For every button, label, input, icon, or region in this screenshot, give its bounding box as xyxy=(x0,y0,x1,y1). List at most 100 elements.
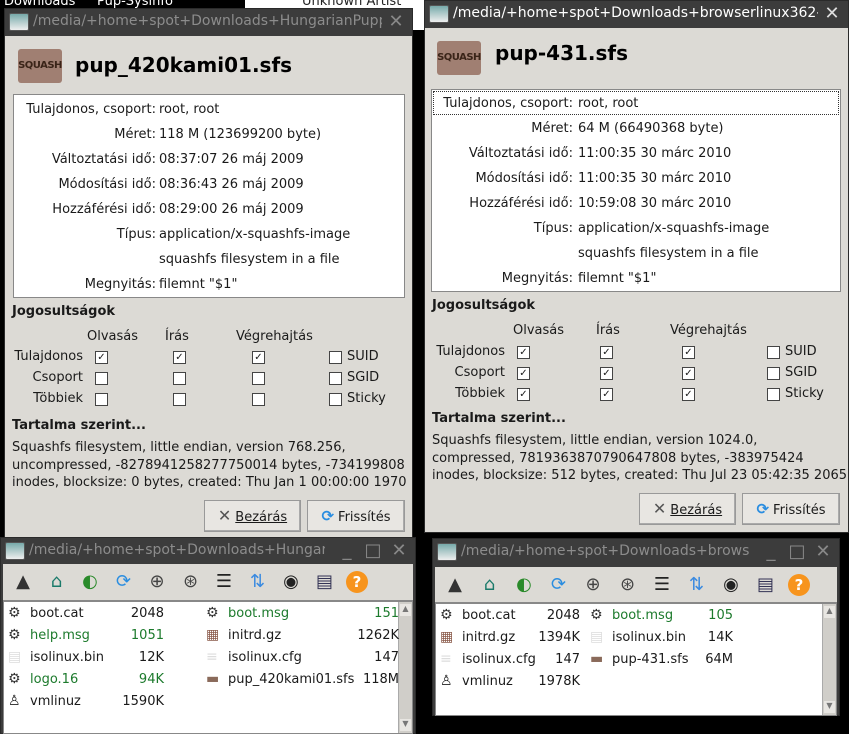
home-button[interactable]: ⌂ xyxy=(478,574,502,596)
file-item[interactable]: ▤ isolinux.bin 14K xyxy=(590,629,743,649)
sort-button[interactable]: ⇅ xyxy=(246,571,270,593)
permission-checkbox[interactable]: ✓ xyxy=(682,367,695,380)
file-item[interactable]: ⚙ boot.cat 2048 xyxy=(8,605,174,625)
permissions-heading: Jogosultságok xyxy=(432,298,536,313)
close-icon[interactable]: ✕ xyxy=(822,3,842,24)
special-permission-label: SGID xyxy=(785,365,818,380)
zoom-fit-button[interactable]: ⊛ xyxy=(179,571,203,593)
special-permission-checkbox[interactable] xyxy=(329,372,342,385)
back-button[interactable]: ◐ xyxy=(78,571,102,593)
file-item[interactable]: ⚙ help.msg 1051 xyxy=(8,627,174,647)
details-view-button[interactable]: ☰ xyxy=(212,571,236,593)
special-permission-checkbox[interactable] xyxy=(767,388,780,401)
window-title: /media/+home+spot+Downloads+browserl xyxy=(461,543,749,559)
maximize-icon[interactable]: □ xyxy=(787,541,807,562)
scroll-down-arrow[interactable]: ▼ xyxy=(400,719,411,731)
close-button[interactable]: ✕ Bezárás xyxy=(639,493,736,525)
minimize-icon[interactable]: _ xyxy=(337,540,357,561)
scroll-down-arrow[interactable]: ▼ xyxy=(824,701,835,713)
permission-checkbox[interactable] xyxy=(173,393,186,406)
back-button[interactable]: ◐ xyxy=(512,574,536,596)
info-label: Típus: xyxy=(116,227,156,242)
list-view-button[interactable]: ▤ xyxy=(313,571,337,593)
home-button[interactable]: ⌂ xyxy=(45,571,69,593)
title-bar[interactable]: /media/+home+spot+Downloads+browserlinux… xyxy=(425,1,848,28)
file-item[interactable]: ▬ pup-431.sfs 64M xyxy=(590,651,743,671)
title-bar[interactable]: /media/+home+spot+Downloads+HungarianPup… xyxy=(5,9,412,36)
permission-checkbox[interactable] xyxy=(252,372,265,385)
file-item[interactable]: ▦ initrd.gz 1394K xyxy=(440,629,590,649)
file-item[interactable]: ♙ vmlinuz 1978K xyxy=(440,673,590,693)
title-bar[interactable]: /media/+home+spot+Downloads+Hungarian _ □ ✕ xyxy=(1,538,415,564)
refresh-button[interactable]: ⟳ xyxy=(112,571,136,593)
file-name: pup_420kami01.sfs xyxy=(228,672,355,687)
permission-checkbox[interactable]: ✓ xyxy=(600,388,613,401)
window-title: /media/+home+spot+Downloads+browserlinux… xyxy=(453,5,818,21)
scrollbar[interactable]: ▲ ▼ xyxy=(822,604,836,715)
help-button[interactable]: ? xyxy=(346,571,368,593)
info-label: Megnyitás: xyxy=(501,271,573,286)
file-item[interactable]: ⚙ boot.cat 2048 xyxy=(440,607,590,627)
permission-checkbox[interactable]: ✓ xyxy=(600,346,613,359)
permission-checkbox[interactable]: ✓ xyxy=(252,351,265,364)
refresh-button[interactable]: ⟳ Frissítés xyxy=(307,500,405,532)
archive-icon: ▦ xyxy=(440,629,454,645)
info-value: 11:00:35 30 márc 2010 xyxy=(578,146,732,161)
special-permission-checkbox[interactable] xyxy=(767,367,780,380)
file-item[interactable]: ▦ initrd.gz 1262K xyxy=(206,627,409,647)
permission-checkbox[interactable]: ✓ xyxy=(517,367,530,380)
file-item[interactable]: ⚙ boot.msg 105 xyxy=(590,607,743,627)
permission-checkbox[interactable]: ✓ xyxy=(682,346,695,359)
special-permission-checkbox[interactable] xyxy=(767,346,780,359)
permission-checkbox[interactable]: ✓ xyxy=(517,346,530,359)
up-button[interactable]: ▲ xyxy=(443,574,467,596)
permission-checkbox[interactable] xyxy=(95,372,108,385)
zoom-in-button[interactable]: ⊕ xyxy=(581,574,605,596)
scroll-up-arrow[interactable]: ▲ xyxy=(824,606,835,618)
permission-checkbox[interactable] xyxy=(252,393,265,406)
sort-button[interactable]: ⇅ xyxy=(685,574,709,596)
special-permission-checkbox[interactable] xyxy=(329,351,342,364)
file-item[interactable]: ♙ vmlinuz 1590K xyxy=(8,693,174,713)
permission-checkbox[interactable]: ✓ xyxy=(95,351,108,364)
details-view-button[interactable]: ☰ xyxy=(650,574,674,596)
permission-checkbox[interactable] xyxy=(173,372,186,385)
permission-checkbox[interactable]: ✓ xyxy=(517,388,530,401)
info-label: Típus: xyxy=(533,221,573,236)
permission-checkbox[interactable] xyxy=(95,393,108,406)
file-item[interactable]: ▬ pup_420kami01.sfs 118M xyxy=(206,671,409,691)
file-name: initrd.gz xyxy=(462,630,516,645)
list-view-button[interactable]: ▤ xyxy=(754,574,778,596)
close-icon[interactable]: ✕ xyxy=(813,541,833,562)
special-permission-checkbox[interactable] xyxy=(329,393,342,406)
file-item[interactable]: ⚙ logo.16 94K xyxy=(8,671,174,691)
help-button[interactable]: ? xyxy=(788,574,810,596)
maximize-icon[interactable]: □ xyxy=(363,540,383,561)
special-permission-label: Sticky xyxy=(785,386,824,401)
close-button[interactable]: ✕ Bezárás xyxy=(204,500,301,532)
info-label: Megnyitás: xyxy=(84,277,156,292)
refresh-button[interactable]: ⟳ Frissítés xyxy=(742,493,840,525)
zoom-in-button[interactable]: ⊕ xyxy=(145,571,169,593)
show-hidden-button[interactable]: ◉ xyxy=(719,574,743,596)
close-icon[interactable]: ✕ xyxy=(389,540,409,561)
permission-checkbox[interactable]: ✓ xyxy=(682,388,695,401)
up-button[interactable]: ▲ xyxy=(11,571,35,593)
minimize-icon[interactable]: _ xyxy=(761,541,781,562)
permission-checkbox[interactable]: ✓ xyxy=(600,367,613,380)
refresh-button[interactable]: ⟳ xyxy=(547,574,571,596)
permission-checkbox[interactable]: ✓ xyxy=(173,351,186,364)
file-item[interactable]: ≡ isolinux.cfg 147 xyxy=(206,649,409,669)
zoom-fit-button[interactable]: ⊛ xyxy=(616,574,640,596)
title-bar[interactable]: /media/+home+spot+Downloads+browserl _ □ ✕ xyxy=(433,539,839,567)
close-icon[interactable]: ✕ xyxy=(386,11,406,32)
show-hidden-button[interactable]: ◉ xyxy=(279,571,303,593)
binary-file-icon: ▤ xyxy=(8,649,22,665)
file-item[interactable]: ≡ isolinux.cfg 147 xyxy=(440,651,590,671)
file-size: 2048 xyxy=(546,608,580,623)
info-value: squashfs filesystem in a file xyxy=(159,252,340,267)
info-value: application/x-squashfs-image xyxy=(578,221,770,236)
file-item[interactable]: ⚙ boot.msg 151 xyxy=(206,605,409,625)
toolbar: ▲ ⌂ ◐ ⟳ ⊕ ⊛ ☰ ⇅ ◉ ▤? xyxy=(3,564,413,601)
file-item[interactable]: ▤ isolinux.bin 12K xyxy=(8,649,174,669)
